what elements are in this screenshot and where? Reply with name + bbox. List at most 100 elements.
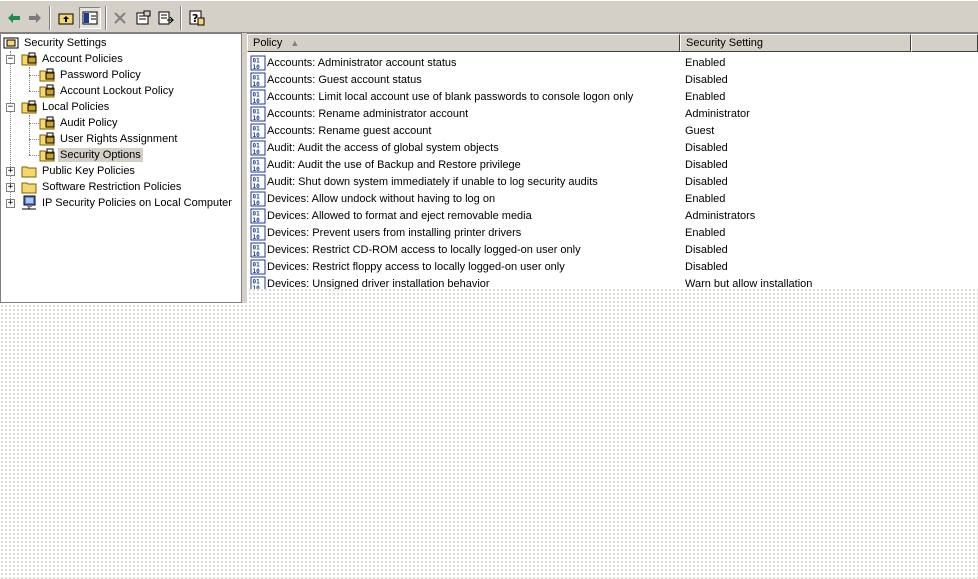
tree-item-public-key-policies[interactable]: Public Key Policies: [21, 163, 137, 179]
tree-label: Audit Policy: [60, 117, 118, 129]
security-settings-icon: [3, 37, 19, 49]
security-setting-value: Disabled: [685, 74, 728, 86]
up-folder-icon[interactable]: [55, 7, 77, 29]
table-row[interactable]: 01 10 Accounts: Guest account status Disabl…: [247, 72, 978, 89]
folder-lock-icon: [39, 148, 55, 162]
svg-text:?: ?: [192, 12, 198, 25]
security-setting-value: Guest: [685, 125, 715, 137]
security-setting-value: Disabled: [685, 142, 728, 154]
table-row[interactable]: 01 10 Devices: Restrict CD-ROM access to l…: [247, 242, 978, 259]
svg-text:10: 10: [253, 166, 261, 173]
security-setting-value: Disabled: [685, 176, 728, 188]
properties-icon[interactable]: [132, 7, 154, 29]
table-row[interactable]: 01 10 Devices: Unsigned driver installatio…: [247, 276, 978, 289]
table-row[interactable]: 01 10 Audit: Audit the access of global sy…: [247, 140, 978, 157]
toolbar-separator: [105, 6, 107, 30]
help-icon[interactable]: ?: [186, 7, 208, 29]
collapse-toggle-local-policies[interactable]: −: [6, 103, 15, 112]
policy-setting-icon: 0110: [250, 276, 266, 289]
collapse-toggle-account-policies[interactable]: −: [6, 55, 15, 64]
policy-setting-icon: 0110: [250, 140, 266, 156]
folder-icon: [21, 182, 37, 194]
expand-toggle-public-key-policies[interactable]: +: [6, 167, 15, 176]
tree-item-security-settings[interactable]: Security Settings: [3, 35, 109, 51]
policy-name: Audit: Audit the access of global system…: [267, 142, 499, 154]
svg-text:10: 10: [253, 183, 261, 190]
tree-connector: [29, 139, 39, 140]
column-header-security-setting[interactable]: Security Setting: [680, 34, 911, 52]
policy-name: Audit: Audit the use of Backup and Resto…: [267, 159, 521, 171]
show-hide-tree-icon[interactable]: [79, 7, 101, 29]
expand-toggle-ip-security-policies[interactable]: +: [6, 199, 15, 208]
folder-lock-icon: [21, 52, 37, 66]
list-header: Policy ▲ Security Setting: [247, 34, 978, 52]
table-row[interactable]: 01 10 Audit: Audit the use of Backup and R…: [247, 157, 978, 174]
tree-item-security-options[interactable]: Security Options: [39, 147, 143, 163]
svg-text:10: 10: [253, 115, 261, 122]
folder-icon: [21, 166, 37, 178]
policy-name: Devices: Unsigned driver installation be…: [267, 278, 490, 289]
table-row[interactable]: 01 10 Devices: Allowed to format and eject…: [247, 208, 978, 225]
table-row[interactable]: 01 10 Devices: Prevent users from installi…: [247, 225, 978, 242]
svg-text:10: 10: [253, 200, 261, 207]
policy-name: Accounts: Limit local account use of bla…: [267, 91, 634, 103]
delete-icon[interactable]: [109, 7, 131, 29]
table-row[interactable]: 01 10 Accounts: Rename guest account Guest: [247, 123, 978, 140]
console-tree[interactable]: Security Settings − Account Policies Pas…: [0, 33, 242, 303]
policy-setting-icon: 0110: [250, 259, 266, 275]
tree-label: User Rights Assignment: [60, 133, 178, 145]
tree-item-local-policies[interactable]: Local Policies: [21, 99, 111, 115]
table-row[interactable]: 01 10 Accounts: Administrator account stat…: [247, 55, 978, 72]
svg-text:10: 10: [253, 234, 261, 241]
table-row[interactable]: 01 10 Accounts: Rename administrator accou…: [247, 106, 978, 123]
column-header-label: Security Setting: [686, 37, 764, 49]
table-row[interactable]: 01 10 Accounts: Limit local account use of…: [247, 89, 978, 106]
policy-setting-icon: 0110: [250, 208, 266, 224]
tree-label: Public Key Policies: [42, 165, 135, 177]
sort-ascending-icon: ▲: [290, 38, 300, 48]
column-header-label: Policy: [253, 37, 283, 49]
network-computer-icon: [22, 195, 36, 210]
tree-item-user-rights-assignment[interactable]: User Rights Assignment: [39, 131, 179, 147]
forward-icon[interactable]: [24, 7, 46, 29]
table-row[interactable]: 01 10 Audit: Shut down system immediately …: [247, 174, 978, 191]
export-list-icon[interactable]: [155, 7, 177, 29]
tree-item-password-policy[interactable]: Password Policy: [39, 67, 143, 83]
tree-item-account-lockout-policy[interactable]: Account Lockout Policy: [39, 83, 176, 99]
expand-toggle-software-restriction-policies[interactable]: +: [6, 183, 15, 192]
security-setting-value: Warn but allow installation: [685, 278, 813, 289]
table-row[interactable]: 01 10 Devices: Restrict floppy access to l…: [247, 259, 978, 276]
column-header-policy[interactable]: Policy ▲: [247, 34, 680, 52]
tree-label: Security Settings: [24, 37, 107, 49]
tree-label: IP Security Policies on Local Computer: [42, 197, 232, 209]
policy-name: Accounts: Rename administrator account: [267, 108, 469, 120]
policy-list[interactable]: Policy ▲ Security Setting 01 10 Accounts: A…: [247, 33, 978, 289]
tree-label: Security Options: [58, 148, 143, 162]
policy-setting-icon: 0110: [250, 225, 266, 241]
tree-connector: [29, 123, 39, 124]
policy-name: Devices: Prevent users from installing p…: [267, 227, 522, 239]
folder-lock-icon: [39, 68, 55, 82]
policy-setting-icon: 0110: [250, 157, 266, 173]
tree-item-account-policies[interactable]: Account Policies: [21, 51, 125, 67]
table-row[interactable]: 01 10 Devices: Allow undock without having…: [247, 191, 978, 208]
svg-text:10: 10: [253, 98, 261, 105]
tree-item-ip-security-policies[interactable]: IP Security Policies on Local Computer: [21, 195, 234, 211]
policy-name: Audit: Shut down system immediately if u…: [267, 176, 598, 188]
toolbar-separator: [180, 6, 182, 30]
policy-setting-icon: 0110: [250, 123, 266, 139]
svg-text:10: 10: [253, 268, 261, 275]
policy-setting-icon: 0110: [250, 106, 266, 122]
policy-name: Accounts: Rename guest account: [267, 125, 432, 137]
tree-connector: [29, 67, 30, 91]
tree-connector: [29, 91, 39, 92]
tree-item-software-restriction-policies[interactable]: Software Restriction Policies: [21, 179, 183, 195]
tree-item-audit-policy[interactable]: Audit Policy: [39, 115, 119, 131]
back-icon[interactable]: [3, 7, 25, 29]
policy-name: Devices: Allowed to format and eject rem…: [267, 210, 532, 222]
folder-lock-icon: [39, 116, 55, 130]
svg-text:10: 10: [253, 64, 261, 71]
column-header-blank: [911, 34, 978, 52]
policy-setting-icon: 0110: [250, 242, 266, 258]
tree-label: Account Lockout Policy: [60, 85, 174, 97]
